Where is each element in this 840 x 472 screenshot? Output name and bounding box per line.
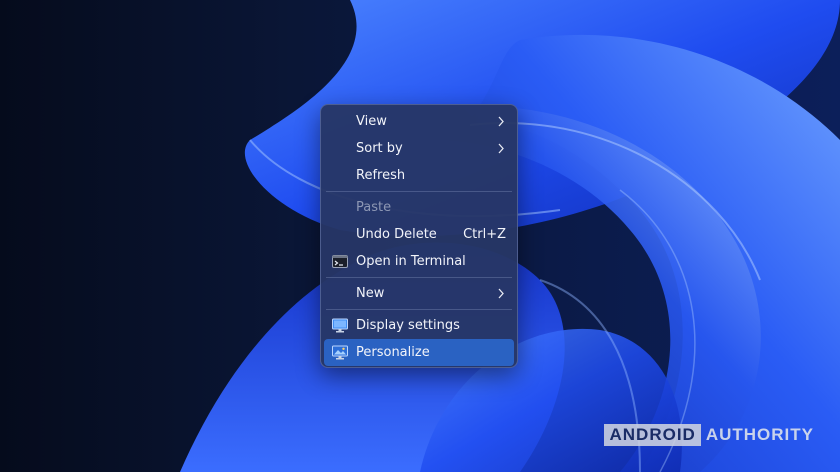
menu-item-sort-by[interactable]: Sort by bbox=[324, 135, 514, 162]
undo-delete-shortcut: Ctrl+Z bbox=[463, 227, 506, 242]
watermark-brand-second: AUTHORITY bbox=[705, 425, 814, 444]
menu-item-undo-delete[interactable]: Undo Delete Ctrl+Z bbox=[324, 221, 514, 248]
menu-item-personalize-label: Personalize bbox=[356, 345, 430, 360]
menu-item-refresh[interactable]: Refresh bbox=[324, 162, 514, 189]
menu-separator bbox=[326, 277, 512, 278]
chevron-right-icon bbox=[498, 116, 504, 127]
menu-item-personalize[interactable]: Personalize bbox=[324, 339, 514, 366]
menu-item-open-in-terminal-label: Open in Terminal bbox=[356, 254, 466, 269]
menu-item-paste: Paste bbox=[324, 194, 514, 221]
menu-item-open-in-terminal[interactable]: Open in Terminal bbox=[324, 248, 514, 275]
menu-item-new[interactable]: New bbox=[324, 280, 514, 307]
menu-item-paste-label: Paste bbox=[356, 200, 392, 215]
menu-separator bbox=[326, 191, 512, 192]
menu-item-sort-by-label: Sort by bbox=[356, 141, 403, 156]
menu-item-new-label: New bbox=[356, 286, 385, 301]
personalize-icon bbox=[332, 345, 348, 360]
watermark-logo: ANDROID AUTHORITY bbox=[604, 424, 814, 446]
menu-item-view[interactable]: View bbox=[324, 108, 514, 135]
menu-item-display-settings-label: Display settings bbox=[356, 318, 460, 333]
menu-item-refresh-label: Refresh bbox=[356, 168, 406, 183]
menu-item-view-label: View bbox=[356, 114, 387, 129]
menu-item-display-settings[interactable]: Display settings bbox=[324, 312, 514, 339]
menu-item-undo-delete-label: Undo Delete bbox=[356, 227, 437, 242]
terminal-icon bbox=[332, 255, 348, 268]
watermark-brand-first: ANDROID bbox=[604, 424, 701, 446]
chevron-right-icon bbox=[498, 288, 504, 299]
menu-separator bbox=[326, 309, 512, 310]
desktop[interactable]: View Sort by Refresh Paste Undo Delete C… bbox=[0, 0, 840, 472]
display-icon bbox=[332, 318, 348, 333]
chevron-right-icon bbox=[498, 143, 504, 154]
desktop-context-menu: View Sort by Refresh Paste Undo Delete C… bbox=[320, 104, 518, 368]
